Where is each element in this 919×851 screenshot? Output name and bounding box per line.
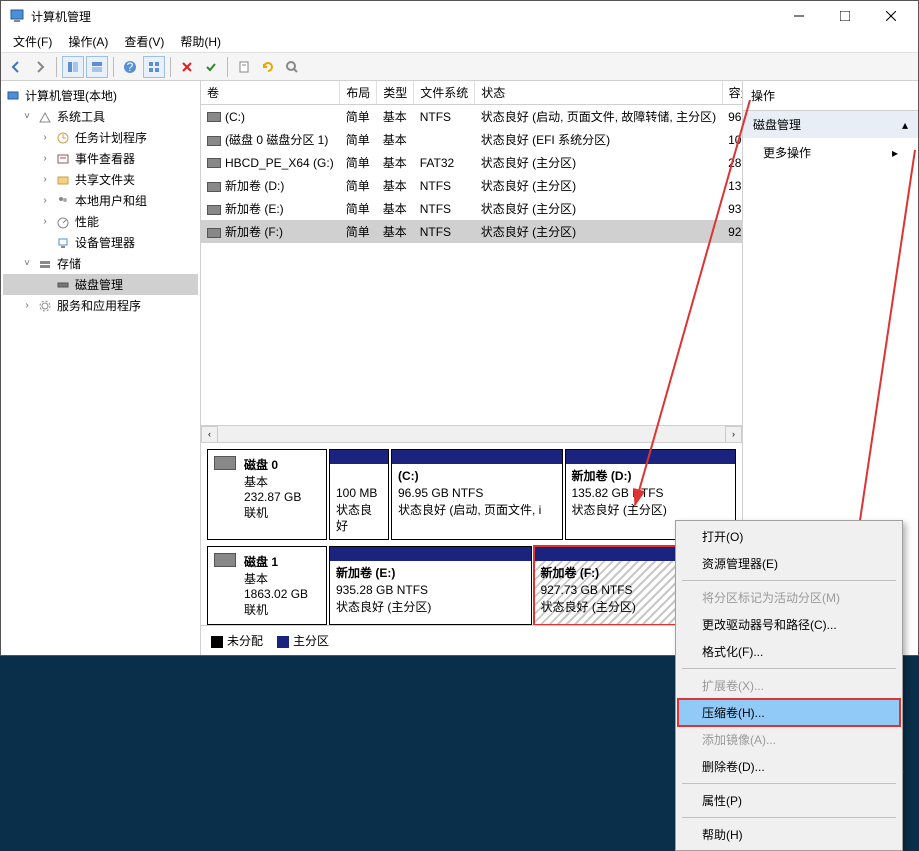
toolbar-props-button[interactable] bbox=[233, 56, 255, 78]
col-1[interactable]: 布局 bbox=[340, 81, 377, 105]
chevron-right-icon: ▸ bbox=[892, 146, 898, 160]
menu-help[interactable]: 帮助(H) bbox=[172, 30, 229, 53]
scroll-left-button[interactable]: ‹ bbox=[201, 426, 218, 443]
disk-row: 磁盘 1基本1863.02 GB联机新加卷 (E:)935.28 GB NTFS… bbox=[207, 546, 736, 625]
partition[interactable]: 新加卷 (E:)935.28 GB NTFS状态良好 (主分区) bbox=[329, 546, 532, 625]
tree-device-manager[interactable]: 设备管理器 bbox=[3, 232, 198, 253]
forward-button[interactable] bbox=[29, 56, 51, 78]
context-item[interactable]: 压缩卷(H)... bbox=[678, 699, 900, 726]
menubar: 文件(F) 操作(A) 查看(V) 帮助(H) bbox=[1, 31, 918, 53]
col-2[interactable]: 类型 bbox=[377, 81, 414, 105]
back-button[interactable] bbox=[5, 56, 27, 78]
context-item: 添加镜像(A)... bbox=[678, 726, 900, 753]
volume-row[interactable]: 新加卷 (E:)简单基本NTFS状态良好 (主分区)935.28 GB9 bbox=[201, 197, 742, 220]
context-item[interactable]: 打开(O) bbox=[678, 523, 900, 550]
close-button[interactable] bbox=[868, 1, 914, 31]
toolbar-help-button[interactable]: ? bbox=[119, 56, 141, 78]
horizontal-scrollbar[interactable]: ‹ › bbox=[201, 425, 742, 442]
tree-storage[interactable]: ˅存储 bbox=[3, 253, 198, 274]
context-item: 扩展卷(X)... bbox=[678, 672, 900, 699]
toolbar-refresh-button[interactable] bbox=[257, 56, 279, 78]
toolbar-view1-button[interactable] bbox=[62, 56, 84, 78]
actions-header: 操作 bbox=[743, 81, 918, 111]
volume-row[interactable]: (C:)简单基本NTFS状态良好 (启动, 页面文件, 故障转储, 主分区)96… bbox=[201, 105, 742, 129]
col-4[interactable]: 状态 bbox=[475, 81, 722, 105]
tree-disk-management[interactable]: 磁盘管理 bbox=[3, 274, 198, 295]
disk-info[interactable]: 磁盘 0基本232.87 GB联机 bbox=[207, 449, 327, 540]
legend: 未分配 主分区 bbox=[201, 625, 742, 655]
main-content: 卷布局类型文件系统状态容量 (C:)简单基本NTFS状态良好 (启动, 页面文件… bbox=[201, 81, 743, 655]
context-item[interactable]: 格式化(F)... bbox=[678, 638, 900, 665]
context-menu: 打开(O)资源管理器(E) 将分区标记为活动分区(M)更改驱动器号和路径(C)..… bbox=[675, 520, 903, 851]
maximize-button[interactable] bbox=[822, 1, 868, 31]
tree-performance[interactable]: ›性能 bbox=[3, 211, 198, 232]
col-5[interactable]: 容量 bbox=[722, 81, 742, 105]
minimize-button[interactable] bbox=[776, 1, 822, 31]
navigation-tree[interactable]: 计算机管理(本地) ˅系统工具 ›任务计划程序 ›事件查看器 ›共享文件夹 ›本… bbox=[1, 81, 201, 655]
tree-root[interactable]: 计算机管理(本地) bbox=[3, 85, 198, 106]
context-item[interactable]: 帮助(H) bbox=[678, 821, 900, 848]
tree-shared-folders[interactable]: ›共享文件夹 bbox=[3, 169, 198, 190]
toolbar: ? bbox=[1, 53, 918, 81]
app-icon bbox=[9, 8, 25, 24]
toolbar-view2-button[interactable] bbox=[86, 56, 108, 78]
col-3[interactable]: 文件系统 bbox=[414, 81, 475, 105]
tree-event-viewer[interactable]: ›事件查看器 bbox=[3, 148, 198, 169]
disk-row: 磁盘 0基本232.87 GB联机100 MB状态良好(C:)96.95 GB … bbox=[207, 449, 736, 540]
context-item[interactable]: 更改驱动器号和路径(C)... bbox=[678, 611, 900, 638]
context-item[interactable]: 删除卷(D)... bbox=[678, 753, 900, 780]
toolbar-grid-button[interactable] bbox=[143, 56, 165, 78]
volume-row[interactable]: 新加卷 (F:)简单基本NTFS状态良好 (主分区)927.73 GB9 bbox=[201, 220, 742, 243]
window-title: 计算机管理 bbox=[31, 8, 776, 25]
partition[interactable]: 100 MB状态良好 bbox=[329, 449, 389, 540]
col-0[interactable]: 卷 bbox=[201, 81, 340, 105]
disk-graphical-view[interactable]: 磁盘 0基本232.87 GB联机100 MB状态良好(C:)96.95 GB … bbox=[201, 442, 742, 625]
context-item[interactable]: 属性(P) bbox=[678, 787, 900, 814]
tree-task-scheduler[interactable]: ›任务计划程序 bbox=[3, 127, 198, 148]
actions-section[interactable]: 磁盘管理▴ bbox=[743, 111, 918, 138]
titlebar: 计算机管理 bbox=[1, 1, 918, 31]
menu-file[interactable]: 文件(F) bbox=[5, 30, 60, 53]
volume-row[interactable]: 新加卷 (D:)简单基本NTFS状态良好 (主分区)135.82 GB9 bbox=[201, 174, 742, 197]
menu-view[interactable]: 查看(V) bbox=[116, 30, 172, 53]
actions-more[interactable]: 更多操作▸ bbox=[743, 138, 918, 167]
tree-system-tools[interactable]: ˅系统工具 bbox=[3, 106, 198, 127]
scroll-right-button[interactable]: › bbox=[725, 426, 742, 443]
menu-action[interactable]: 操作(A) bbox=[60, 30, 116, 53]
toolbar-delete-button[interactable] bbox=[176, 56, 198, 78]
volume-list[interactable]: 卷布局类型文件系统状态容量 (C:)简单基本NTFS状态良好 (启动, 页面文件… bbox=[201, 81, 742, 243]
volume-row[interactable]: (磁盘 0 磁盘分区 1)简单基本状态良好 (EFI 系统分区)100 MB1 bbox=[201, 128, 742, 151]
svg-text:?: ? bbox=[127, 60, 134, 74]
context-item[interactable]: 资源管理器(E) bbox=[678, 550, 900, 577]
tree-local-users[interactable]: ›本地用户和组 bbox=[3, 190, 198, 211]
toolbar-check-button[interactable] bbox=[200, 56, 222, 78]
context-item: 将分区标记为活动分区(M) bbox=[678, 584, 900, 611]
tree-services[interactable]: ›服务和应用程序 bbox=[3, 295, 198, 316]
partition[interactable]: (C:)96.95 GB NTFS状态良好 (启动, 页面文件, i bbox=[391, 449, 563, 540]
collapse-icon: ▴ bbox=[902, 118, 908, 132]
volume-row[interactable]: HBCD_PE_X64 (G:)简单基本FAT32状态良好 (主分区)28.64… bbox=[201, 151, 742, 174]
toolbar-find-button[interactable] bbox=[281, 56, 303, 78]
disk-info[interactable]: 磁盘 1基本1863.02 GB联机 bbox=[207, 546, 327, 625]
